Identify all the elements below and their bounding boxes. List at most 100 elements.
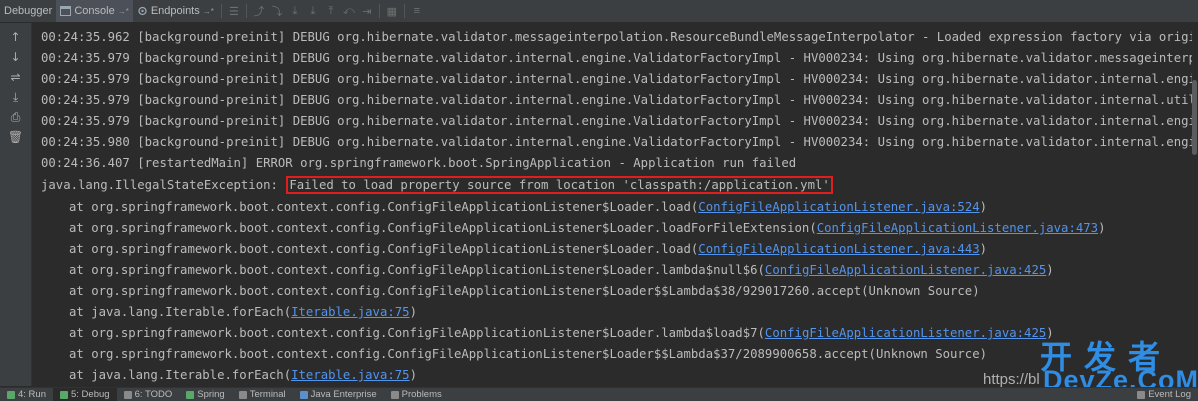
tab-endpoints-label: Endpoints — [150, 5, 200, 17]
stack-frame-text: at java.lang.Iterable.forEach( — [69, 368, 292, 382]
tab-event-log[interactable]: Event Log — [1130, 388, 1198, 401]
log-line: 00:24:35.979 [background-preinit] DEBUG … — [41, 72, 1198, 86]
bottom-tool-window-bar: 4: Run 5: Debug 6: TODO Spring Terminal … — [0, 387, 1198, 401]
down-arrow-icon[interactable]: ↓ — [0, 47, 31, 67]
soft-wrap-icon[interactable]: ⇌ — [0, 67, 31, 87]
tab-console-label: Console — [74, 5, 115, 17]
stack-frame-suffix: ) — [1046, 263, 1054, 277]
stack-frame-suffix: ) — [979, 200, 988, 214]
stack-frame-suffix: ) — [1098, 221, 1106, 235]
problems-icon — [390, 390, 399, 399]
trash-icon[interactable]: 🗑 — [0, 127, 31, 147]
divider — [220, 4, 222, 18]
stack-frame: at org.springframework.boot.context.conf… — [69, 260, 1054, 281]
pin-icon[interactable]: →* — [203, 7, 214, 16]
log-line: 00:24:35.979 [background-preinit] DEBUG … — [41, 114, 1198, 128]
stack-frame: at org.springframework.boot.context.conf… — [69, 239, 987, 260]
step-over-icon[interactable]: ⤵ — [269, 3, 285, 19]
exception-line: java.lang.IllegalStateException: Failed … — [41, 175, 833, 196]
tab-java-enterprise-label: Java Enterprise — [310, 389, 377, 400]
log-line: 00:24:36.407 [restartedMain] ERROR org.s… — [41, 156, 797, 170]
tab-terminal[interactable]: Terminal — [232, 388, 293, 401]
tab-todo-label: 6: TODO — [134, 389, 173, 400]
stack-frame-suffix: ) — [409, 305, 417, 319]
print-icon[interactable]: ⎙ — [0, 107, 31, 127]
source-link[interactable]: ConfigFileApplicationListener.java:443 — [698, 242, 979, 256]
tab-debug[interactable]: 5: Debug — [53, 388, 117, 401]
stack-frame-suffix: ) — [979, 242, 988, 256]
console-icon — [60, 6, 72, 16]
settings-icon[interactable]: ≡ — [409, 3, 425, 19]
console-toolbar: ↑ ↓ ⇌ ⤓ ⎙ 🗑 — [0, 23, 32, 386]
stack-frame-text: at org.springframework.boot.context.conf… — [69, 242, 699, 256]
stack-frame: at org.springframework.boot.context.conf… — [69, 197, 987, 218]
log-line: 00:24:35.979 [background-preinit] DEBUG … — [41, 93, 1198, 107]
stack-frame: at org.springframework.boot.context.conf… — [69, 218, 1105, 239]
tab-console[interactable]: Console →* — [56, 0, 133, 22]
tab-problems-label: Problems — [401, 389, 442, 400]
tab-endpoints[interactable]: Endpoints →* — [133, 0, 218, 22]
scroll-to-end-icon[interactable]: ⤓ — [0, 87, 31, 107]
log-line: 00:24:35.962 [background-preinit] DEBUG … — [41, 30, 1198, 44]
tool-window-tabbar: Debugger Console →* Endpoints →* ☰ ⤴ ⤵ ⤓… — [0, 0, 1198, 23]
tab-problems[interactable]: Problems — [384, 388, 449, 401]
console-output[interactable]: 00:24:35.962 [background-preinit] DEBUG … — [32, 23, 1198, 386]
tab-spring-label: Spring — [197, 389, 225, 400]
tab-debugger-label: Debugger — [4, 5, 53, 17]
divider — [245, 4, 247, 18]
exception-message: Failed to load property source from loca… — [286, 176, 833, 194]
log-line: 00:24:35.979 [background-preinit] DEBUG … — [41, 51, 1198, 65]
show-execution-point-icon[interactable]: ⤴ — [251, 3, 267, 19]
tab-debugger[interactable]: Debugger — [0, 0, 56, 22]
log-line: 00:24:35.980 [background-preinit] DEBUG … — [41, 135, 1198, 149]
tab-run-label: 4: Run — [18, 389, 46, 400]
stack-frame: at org.springframework.boot.context.conf… — [69, 281, 980, 302]
source-link[interactable]: Iterable.java:75 — [291, 305, 409, 319]
stack-frame-text: at org.springframework.boot.context.conf… — [69, 284, 980, 298]
source-link[interactable]: Iterable.java:75 — [291, 368, 409, 382]
divider — [403, 4, 405, 18]
exception-type: java.lang.IllegalStateException: — [41, 178, 278, 192]
up-arrow-icon[interactable]: ↑ — [0, 27, 31, 47]
run-to-cursor-icon[interactable]: ⇥ — [359, 3, 375, 19]
tab-terminal-label: Terminal — [249, 389, 286, 400]
stack-frame-text: at org.springframework.boot.context.conf… — [69, 263, 765, 277]
tab-run[interactable]: 4: Run — [0, 388, 53, 401]
pin-icon[interactable]: →* — [118, 7, 129, 16]
debug-icon — [60, 390, 68, 399]
stack-frame: at java.lang.Iterable.forEach(Iterable.j… — [69, 365, 417, 386]
stack-frame-text: at org.springframework.boot.context.conf… — [69, 347, 988, 361]
scrollbar-thumb[interactable] — [1192, 80, 1197, 155]
step-into-icon[interactable]: ⤓ — [287, 3, 303, 19]
force-step-into-icon[interactable]: ⤓ — [305, 3, 321, 19]
stack-frame-suffix: ) — [409, 368, 417, 382]
tab-java-enterprise[interactable]: Java Enterprise — [293, 388, 384, 401]
stack-frame: at org.springframework.boot.context.conf… — [69, 323, 1054, 344]
java-enterprise-icon — [299, 390, 308, 399]
divider — [378, 4, 380, 18]
tab-event-log-label: Event Log — [1148, 389, 1191, 400]
event-log-icon — [1137, 390, 1146, 399]
drop-frame-icon[interactable]: ⤺ — [341, 3, 357, 19]
stack-frame-text: at org.springframework.boot.context.conf… — [69, 221, 817, 235]
stack-frame-text: at java.lang.Iterable.forEach( — [69, 305, 292, 319]
run-icon — [7, 390, 15, 399]
tab-debug-label: 5: Debug — [71, 389, 110, 400]
source-link[interactable]: ConfigFileApplicationListener.java:425 — [765, 326, 1046, 340]
tab-todo[interactable]: 6: TODO — [117, 388, 180, 401]
step-out-icon[interactable]: ⤒ — [323, 3, 339, 19]
stack-frame-text: at org.springframework.boot.context.conf… — [69, 326, 765, 340]
vertical-scrollbar[interactable] — [1192, 23, 1198, 386]
todo-icon — [123, 390, 132, 399]
layout-icon[interactable]: ☰ — [226, 3, 242, 19]
source-link[interactable]: ConfigFileApplicationListener.java:524 — [698, 200, 979, 214]
tab-spring[interactable]: Spring — [179, 388, 231, 401]
watermark-url: https://bl — [983, 371, 1040, 388]
endpoints-icon — [137, 6, 148, 16]
source-link[interactable]: ConfigFileApplicationListener.java:425 — [765, 263, 1046, 277]
stack-frame: at org.springframework.boot.context.conf… — [69, 344, 987, 365]
source-link[interactable]: ConfigFileApplicationListener.java:473 — [817, 221, 1098, 235]
stack-frame: at java.lang.Iterable.forEach(Iterable.j… — [69, 302, 417, 323]
evaluate-expression-icon[interactable]: ▦ — [384, 3, 400, 19]
spring-icon — [186, 390, 195, 399]
